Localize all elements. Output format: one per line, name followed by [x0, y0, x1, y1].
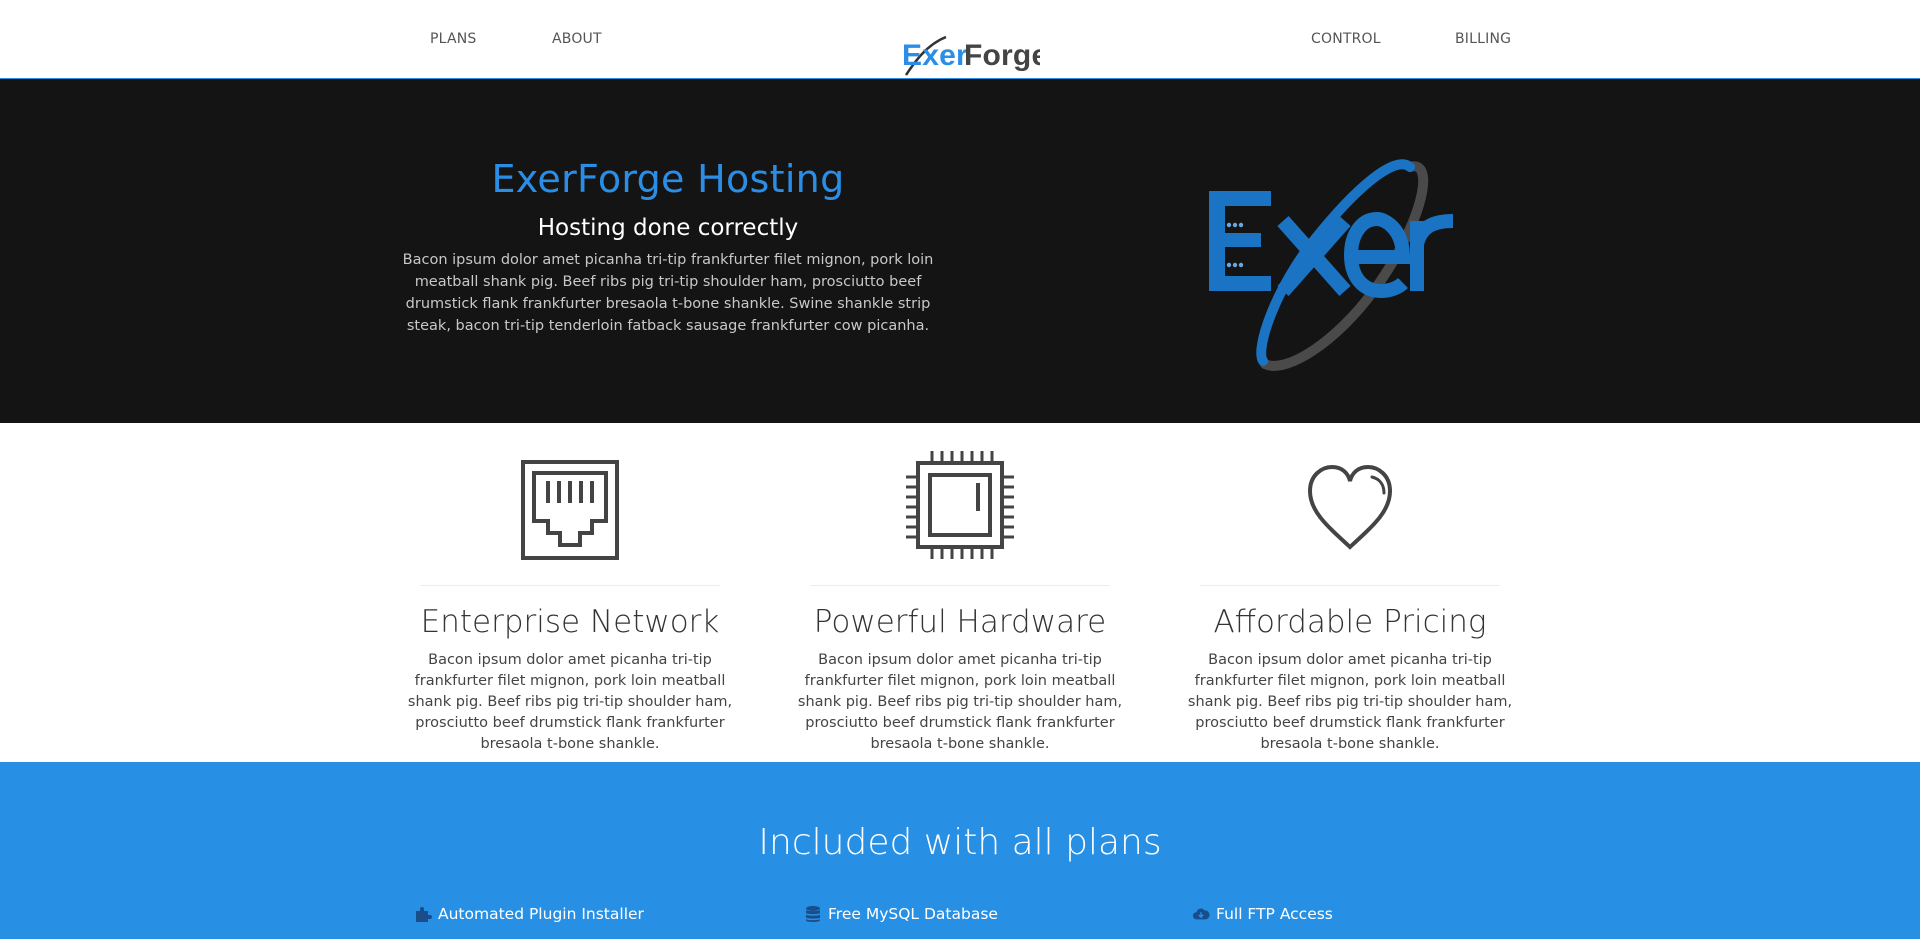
heart-icon	[1170, 423, 1530, 561]
cpu-chip-icon	[780, 423, 1140, 561]
feature-card-powerful-hardware: Powerful Hardware Bacon ipsum dolor amet…	[780, 423, 1140, 755]
feature-title: Affordable Pricing	[1213, 604, 1487, 640]
feature-card-enterprise-network: Enterprise Network Bacon ipsum dolor ame…	[390, 423, 750, 755]
nav-link-about[interactable]: ABOUT	[552, 31, 602, 47]
hero-text-block: ExerForge Hosting Hosting done correctly…	[388, 157, 948, 337]
feature-description: Bacon ipsum dolor amet picanha tri-tip f…	[797, 652, 1123, 752]
nav-link-plans[interactable]: PLANS	[430, 31, 477, 47]
ethernet-port-icon	[390, 423, 750, 561]
included-item-label: Full FTP Access	[1216, 905, 1333, 923]
nav-link-control[interactable]: CONTROL	[1311, 31, 1381, 47]
hero-section: ExerForge Hosting Hosting done correctly…	[0, 79, 1920, 423]
included-item-plugin-installer: Automated Plugin Installer	[414, 905, 644, 923]
puzzle-icon	[414, 905, 432, 923]
logo-text-exer: Exer	[902, 39, 968, 72]
feature-title: Powerful Hardware	[813, 604, 1107, 640]
hero-exer-logo	[1195, 149, 1495, 374]
included-item-ftp: Full FTP Access	[1192, 905, 1333, 923]
hero-title: ExerForge Hosting	[491, 157, 845, 201]
exer-logo-icon	[1209, 159, 1454, 371]
feature-description: Bacon ipsum dolor amet picanha tri-tip f…	[1187, 652, 1513, 752]
exerforge-logo-icon: Exer Forge	[902, 35, 1040, 76]
included-item-label: Free MySQL Database	[828, 905, 998, 923]
included-item-label: Automated Plugin Installer	[438, 905, 644, 923]
feature-description: Bacon ipsum dolor amet picanha tri-tip f…	[407, 652, 733, 752]
top-navbar: PLANS ABOUT Exer Forge CONTROL BILLING	[0, 0, 1920, 79]
hero-subtitle: Hosting done correctly	[537, 215, 799, 241]
database-icon	[804, 905, 822, 923]
cloud-download-icon	[1192, 905, 1210, 923]
included-item-mysql: Free MySQL Database	[804, 905, 998, 923]
feature-divider	[1200, 585, 1500, 586]
feature-card-affordable-pricing: Affordable Pricing Bacon ipsum dolor ame…	[1170, 423, 1530, 755]
feature-divider	[420, 585, 720, 586]
brand-logo[interactable]: Exer Forge	[900, 31, 1040, 81]
logo-text-forge: Forge	[964, 39, 1040, 72]
included-section: Included with all plans Automated Plugin…	[0, 762, 1920, 939]
features-section: Enterprise Network Bacon ipsum dolor ame…	[0, 423, 1920, 762]
nav-link-billing[interactable]: BILLING	[1455, 31, 1511, 47]
feature-divider	[810, 585, 1110, 586]
hero-description: Bacon ipsum dolor amet picanha tri-tip f…	[402, 252, 934, 334]
feature-title: Enterprise Network	[420, 604, 720, 640]
included-title: Included with all plans	[758, 822, 1162, 863]
